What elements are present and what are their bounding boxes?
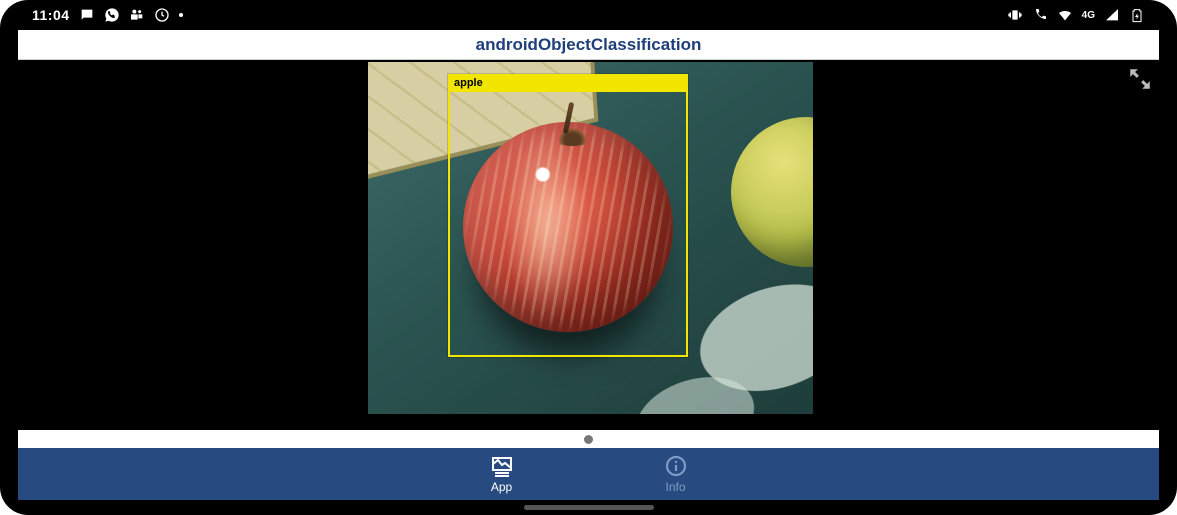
whatsapp-icon (104, 7, 120, 23)
teams-icon (129, 7, 145, 23)
citrus-graphic (731, 117, 813, 267)
camera-preview[interactable]: apple (368, 62, 813, 414)
vibrate-icon (1007, 7, 1023, 23)
network-type: 4G (1082, 10, 1095, 21)
app-tab-icon (490, 454, 514, 478)
bottom-tab-bar: App Info (18, 448, 1159, 500)
detection-label: apple (448, 74, 688, 92)
call-wifi-icon (1032, 7, 1048, 23)
tab-info[interactable]: Info (664, 454, 688, 494)
detection-bounding-box: apple (448, 74, 688, 357)
page-indicator (18, 430, 1159, 448)
wifi-icon (1057, 7, 1073, 23)
gesture-nav[interactable] (18, 500, 1159, 515)
pager-dot (584, 435, 593, 444)
camera-stage: apple (18, 60, 1159, 430)
fullscreen-button[interactable] (1127, 66, 1153, 92)
clock-icon (154, 7, 170, 23)
signal-icon (1104, 7, 1120, 23)
app-title: androidObjectClassification (476, 35, 702, 55)
more-notifications-dot (179, 13, 183, 17)
tab-app-label: App (491, 480, 512, 494)
message-icon (79, 7, 95, 23)
app-title-bar: androidObjectClassification (18, 30, 1159, 60)
gesture-bar[interactable] (524, 505, 654, 510)
battery-icon (1129, 7, 1145, 23)
info-tab-icon (664, 454, 688, 478)
status-clock: 11:04 (32, 7, 70, 23)
tab-app[interactable]: App (490, 454, 514, 494)
tab-info-label: Info (665, 480, 685, 494)
status-bar: 11:04 4G (18, 0, 1159, 30)
